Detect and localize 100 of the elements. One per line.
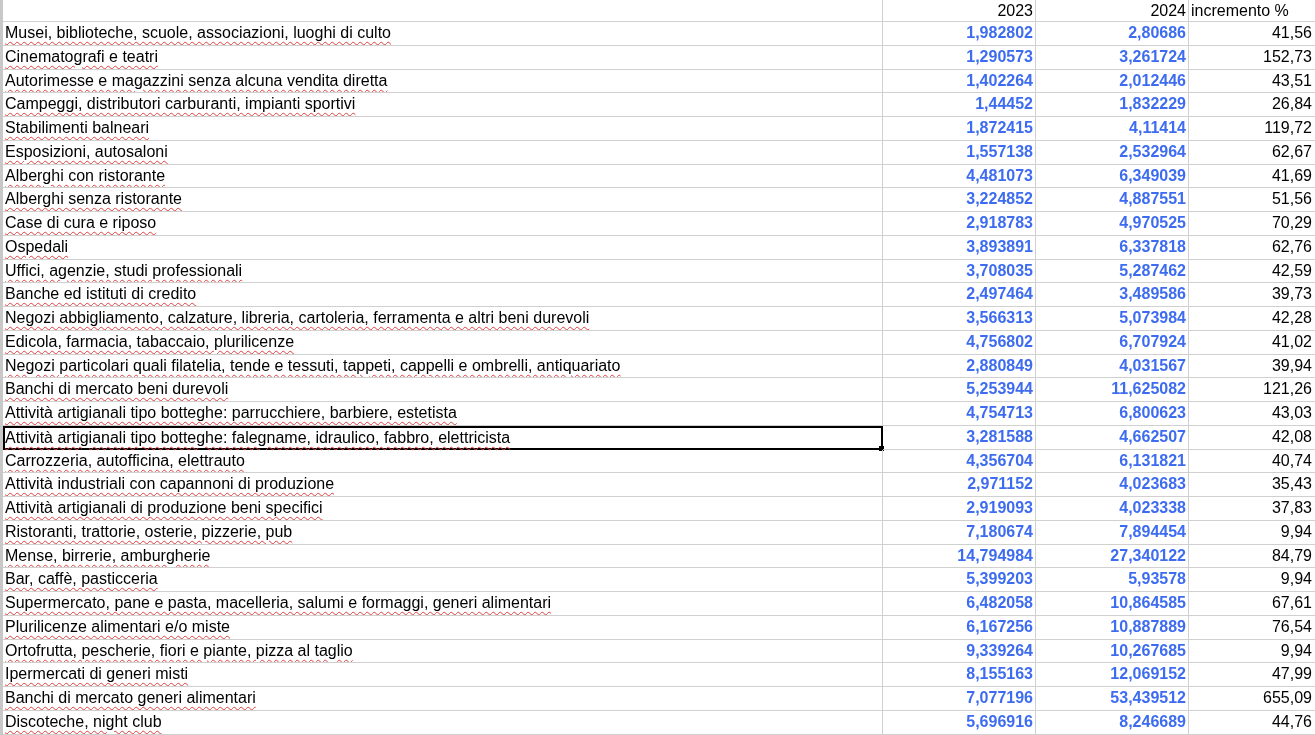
row-label[interactable]: Esposizioni, autosaloni [3, 140, 883, 165]
table-cell: 8,246689 [1036, 710, 1189, 735]
table-cell: 62,76 [1189, 235, 1315, 260]
row-label[interactable]: Attività industriali con capannoni di produzione [3, 473, 883, 497]
row-label[interactable]: Uffici, agenzie, studi professionali [3, 259, 883, 284]
table-cell: 4,023683 [1036, 473, 1189, 497]
table-cell: 6,349039 [1036, 164, 1189, 189]
row-label[interactable]: Alberghi con ristorante [3, 164, 883, 189]
table-cell: 14,794984 [883, 544, 1036, 569]
table-cell: 1,557138 [883, 140, 1036, 165]
table-cell: 10,887889 [1036, 615, 1189, 640]
table-cell: 43,51 [1189, 69, 1315, 94]
row-label[interactable]: Musei, biblioteche, scuole, associazioni, luoghi di culto [3, 22, 883, 46]
selected-cell[interactable]: Attività artigianali tipo botteghe: falegname, idraulico, fabbro, elettricista [3, 425, 883, 450]
table-cell: 37,83 [1189, 497, 1315, 521]
column-header: incremento % [1189, 0, 1315, 22]
row-label[interactable]: Edicola, farmacia, tabaccaio, plurilicenze [3, 330, 883, 355]
table-cell: 4,756802 [883, 330, 1036, 355]
table-cell: 152,73 [1189, 45, 1315, 70]
table-cell: 2,532964 [1036, 140, 1189, 165]
table-cell: 44,76 [1189, 710, 1315, 735]
row-label[interactable]: Autorimesse e magazzini senza alcuna vendita diretta [3, 69, 883, 94]
table-cell: 39,94 [1189, 354, 1315, 379]
table-cell: 655,09 [1189, 687, 1315, 711]
table-cell: 40,74 [1189, 449, 1315, 474]
table-cell: 2,880849 [883, 354, 1036, 379]
table-cell: 7,077196 [883, 687, 1036, 711]
row-label[interactable]: Attività artigianali di produzione beni specifici [3, 497, 883, 521]
table-cell: 5,287462 [1036, 259, 1189, 284]
table-cell: 3,261724 [1036, 45, 1189, 70]
table-cell: 2,497464 [883, 283, 1036, 307]
table-cell: 47,99 [1189, 663, 1315, 687]
table-cell: 1,44452 [883, 93, 1036, 117]
table-cell: 6,337818 [1036, 235, 1189, 260]
table-cell: 67,61 [1189, 592, 1315, 616]
row-label[interactable]: Ospedali [3, 235, 883, 260]
row-label[interactable]: Ortofrutta, pescherie, fiori e piante, pizza al taglio [3, 639, 883, 664]
row-label[interactable]: Campeggi, distributori carburanti, impianti sportivi [3, 93, 883, 117]
table-cell: 4,662507 [1036, 425, 1189, 450]
table-cell: 53,439512 [1036, 687, 1189, 711]
table-cell: 6,707924 [1036, 330, 1189, 355]
table-cell: 1,402264 [883, 69, 1036, 94]
table-cell: 4,754713 [883, 402, 1036, 426]
table-cell: 5,399203 [883, 568, 1036, 592]
table-cell: 1,832229 [1036, 93, 1189, 117]
table-cell: 42,28 [1189, 307, 1315, 331]
table-cell: 8,155163 [883, 663, 1036, 687]
table-cell: 11,625082 [1036, 378, 1189, 402]
row-label[interactable]: Bar, caffè, pasticceria [3, 568, 883, 592]
table-cell: 27,340122 [1036, 544, 1189, 569]
table-cell: 7,894454 [1036, 520, 1189, 545]
table-cell: 6,131821 [1036, 449, 1189, 474]
table-cell: 4,970525 [1036, 212, 1189, 236]
table-cell: 10,267685 [1036, 639, 1189, 664]
row-label[interactable]: Ristoranti, trattorie, osterie, pizzerie, pub [3, 520, 883, 545]
row-label[interactable]: Negozi particolari quali filatelia, tende e tessuti, tappeti, cappelli e ombrelli, antiquariato [3, 354, 883, 379]
table-cell: 119,72 [1189, 117, 1315, 141]
table-cell: 5,93578 [1036, 568, 1189, 592]
row-label[interactable]: Carrozzeria, autofficina, elettrauto [3, 449, 883, 474]
table-cell: 6,482058 [883, 592, 1036, 616]
fill-handle[interactable] [879, 445, 884, 451]
table-cell: 3,489586 [1036, 283, 1189, 307]
row-label[interactable]: Case di cura e riposo [3, 212, 883, 236]
row-label[interactable]: Banche ed istituti di credito [3, 283, 883, 307]
table-cell: 4,031567 [1036, 354, 1189, 379]
row-label[interactable]: Plurilicenze alimentari e/o miste [3, 615, 883, 640]
table-cell: 41,69 [1189, 164, 1315, 189]
table-cell: 42,08 [1189, 425, 1315, 450]
row-label[interactable]: Discoteche, night club [3, 710, 883, 735]
table-cell: 70,29 [1189, 212, 1315, 236]
table-cell: 4,887551 [1036, 188, 1189, 212]
row-label[interactable]: Cinematografi e teatri [3, 45, 883, 70]
row-label[interactable]: Banchi di mercato beni durevoli [3, 378, 883, 402]
table-cell: 9,94 [1189, 568, 1315, 592]
table-cell: 3,281588 [883, 425, 1036, 450]
table-cell: 5,696916 [883, 710, 1036, 735]
row-label[interactable]: Banchi di mercato generi alimentari [3, 687, 883, 711]
table-cell: 121,26 [1189, 378, 1315, 402]
table-cell: 10,864585 [1036, 592, 1189, 616]
row-label[interactable]: Negozi abbigliamento, calzature, libreria, cartoleria, ferramenta e altri beni durevoli [3, 307, 883, 331]
row-label[interactable]: Alberghi senza ristorante [3, 188, 883, 212]
table-cell: 2,80686 [1036, 22, 1189, 46]
table-cell: 43,03 [1189, 402, 1315, 426]
table-cell: 2,012446 [1036, 69, 1189, 94]
table-cell: 4,023338 [1036, 497, 1189, 521]
table-cell: 39,73 [1189, 283, 1315, 307]
table-cell: 3,224852 [883, 188, 1036, 212]
table-cell: 84,79 [1189, 544, 1315, 569]
row-label[interactable]: Mense, birrerie, amburgherie [3, 544, 883, 569]
table-cell: 5,073984 [1036, 307, 1189, 331]
row-label[interactable]: Supermercato, pane e pasta, macelleria, salumi e formaggi, generi alimentari [3, 592, 883, 616]
table-cell: 4,11414 [1036, 117, 1189, 141]
table-cell: 41,56 [1189, 22, 1315, 46]
table-cell: 35,43 [1189, 473, 1315, 497]
table-cell: 1,290573 [883, 45, 1036, 70]
table-cell: 9,94 [1189, 520, 1315, 545]
table-cell: 1,982802 [883, 22, 1036, 46]
row-label[interactable]: Attività artigianali tipo botteghe: parrucchiere, barbiere, estetista [3, 402, 883, 426]
row-label[interactable]: Ipermercati di generi misti [3, 663, 883, 687]
row-label[interactable]: Stabilimenti balneari [3, 117, 883, 141]
